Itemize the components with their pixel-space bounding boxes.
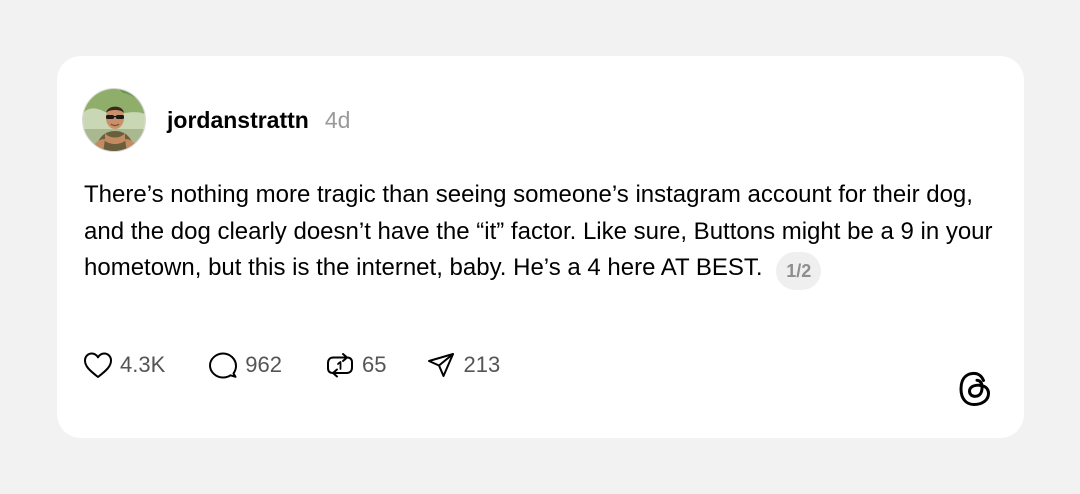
post-text: There’s nothing more tragic than seeing … [84,181,993,281]
reply-button[interactable]: 962 [208,351,282,379]
username[interactable]: jordanstrattn [167,107,309,134]
share-button[interactable]: 213 [426,351,500,379]
like-button[interactable]: 4.3K [83,351,165,379]
send-icon [426,351,456,379]
repost-button[interactable]: 65 [325,351,386,379]
threads-logo-icon[interactable] [956,369,994,409]
repost-count: 65 [361,352,387,377]
repost-icon [325,351,355,379]
comment-icon [208,351,238,379]
avatar[interactable] [82,88,146,152]
reply-count: 962 [245,352,282,377]
post-timestamp[interactable]: 4d [325,107,351,134]
post-body: There’s nothing more tragic than seeing … [84,177,1004,290]
share-count: 213 [463,352,501,377]
post-header: jordanstrattn 4d [82,87,350,153]
page-indicator-badge[interactable]: 1/2 [776,252,822,290]
heart-icon [83,351,113,379]
like-count: 4.3K [120,352,166,377]
post-actions: 4.3K 962 65 213 [83,350,500,380]
post-card: jordanstrattn 4d There’s nothing more tr… [57,56,1024,438]
